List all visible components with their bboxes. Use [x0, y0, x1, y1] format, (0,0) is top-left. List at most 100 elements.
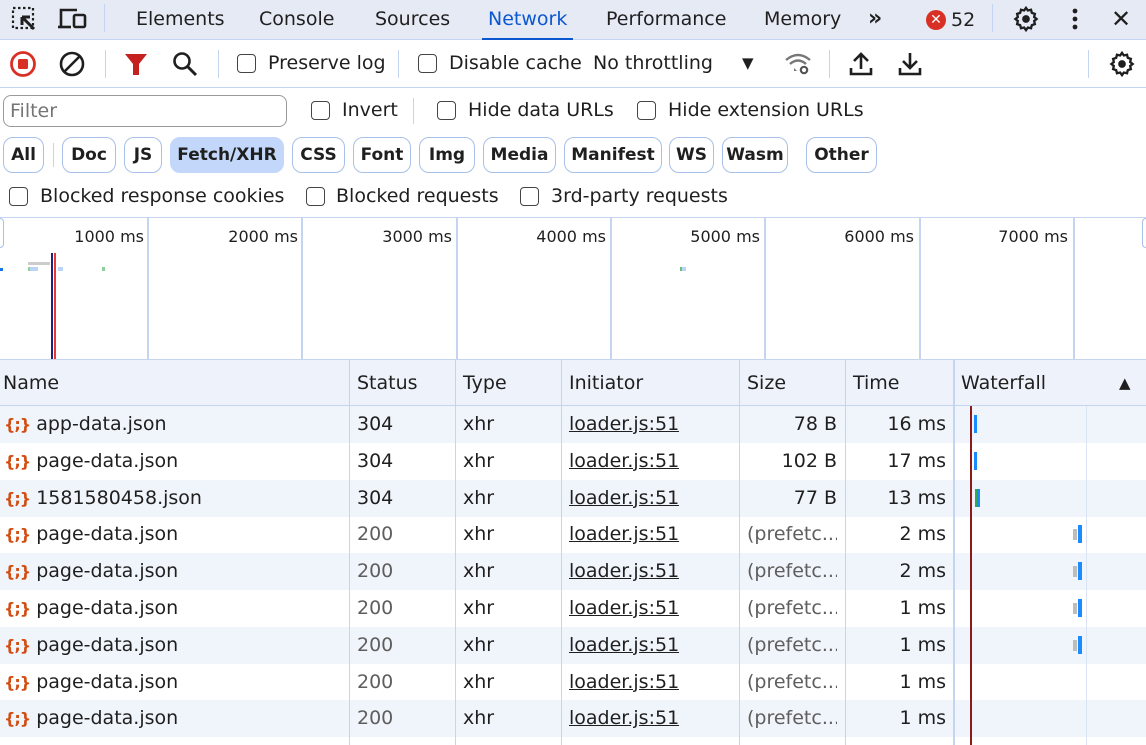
third-party-requests-label[interactable]: 3rd-party requests [551, 185, 728, 207]
chip-all[interactable]: All [3, 137, 44, 173]
cell-initiator-link[interactable]: loader.js:51 [569, 700, 679, 737]
network-settings-gear-icon[interactable] [1106, 49, 1138, 79]
cell-name[interactable]: {;} page-data.json [4, 590, 344, 627]
inspect-element-icon[interactable] [8, 4, 40, 34]
column-header-initiator[interactable]: Initiator [566, 360, 643, 406]
table-row[interactable]: {;} page-data.json 200 xhr loader.js:51 (pref… [0, 553, 1146, 591]
column-divider[interactable] [455, 359, 456, 745]
waterfall-bar[interactable] [1078, 635, 1082, 654]
blocked-response-cookies-checkbox[interactable] [9, 187, 28, 206]
chip-media[interactable]: Media [483, 137, 556, 173]
table-row[interactable]: {;} page-data.json 200 xhr loader.js:51 (pref… [0, 664, 1146, 701]
column-header-status[interactable]: Status [354, 360, 418, 406]
disable-cache-checkbox[interactable] [418, 54, 437, 73]
filter-funnel-icon[interactable] [121, 49, 151, 79]
more-tabs-button[interactable]: » [868, 0, 882, 40]
error-count-badge[interactable]: ✕ 52 [926, 9, 975, 31]
overview-left-handle[interactable] [0, 218, 4, 248]
tab-performance[interactable]: Performance [606, 0, 726, 40]
table-row[interactable]: {;} page-data.json 200 xhr loader.js:51 (pref… [0, 700, 1146, 738]
chip-wasm[interactable]: Wasm [722, 137, 788, 173]
tab-console[interactable]: Console [259, 0, 334, 40]
clear-icon[interactable] [57, 49, 87, 79]
waterfall-bar[interactable] [977, 488, 980, 507]
close-devtools-icon[interactable]: ✕ [1106, 4, 1136, 34]
tab-sources[interactable]: Sources [375, 0, 450, 40]
chip-other[interactable]: Other [806, 137, 877, 173]
throttling-select[interactable]: No throttling ▼ [593, 48, 763, 80]
filter-input[interactable] [3, 95, 287, 127]
cell-name[interactable]: {;} page-data.json [4, 443, 344, 480]
preserve-log-checkbox[interactable] [237, 54, 256, 73]
network-conditions-icon[interactable] [782, 49, 814, 79]
table-row[interactable]: {;} page-data.json 304 xhr loader.js:51 102 B… [0, 443, 1146, 480]
table-row[interactable]: {;} page-data.json 200 xhr loader.js:51 (pref… [0, 516, 1146, 553]
column-header-name[interactable]: Name [0, 360, 59, 406]
chip-font[interactable]: Font [353, 137, 411, 173]
search-icon[interactable] [170, 49, 200, 79]
cell-initiator-link[interactable]: loader.js:51 [569, 590, 679, 627]
cell-name[interactable]: {;} app-data.json [4, 406, 344, 443]
waterfall-bar[interactable] [1078, 525, 1082, 544]
table-row[interactable]: {;} 1581580458.json 304 xhr loader.js:51 77 B… [0, 479, 1146, 517]
tab-network[interactable]: Network [481, 0, 574, 40]
cell-initiator-link[interactable]: loader.js:51 [569, 664, 679, 701]
cell-name[interactable]: {;} page-data.json [4, 516, 344, 553]
chip-ws[interactable]: WS [669, 137, 714, 173]
cell-initiator-link[interactable]: loader.js:51 [569, 627, 679, 664]
device-toolbar-icon[interactable] [56, 4, 90, 34]
settings-gear-icon[interactable] [1010, 4, 1042, 34]
cell-name[interactable]: {;} 1581580458.json [4, 480, 344, 517]
invert-checkbox[interactable] [311, 101, 330, 120]
waterfall-bar[interactable] [974, 451, 977, 470]
column-header-waterfall[interactable]: Waterfall [958, 360, 1046, 406]
chip-js[interactable]: JS [124, 137, 162, 173]
chip-doc[interactable]: Doc [62, 137, 116, 173]
cell-initiator-link[interactable]: loader.js:51 [569, 443, 679, 480]
cell-name[interactable]: {;} page-data.json [4, 700, 344, 737]
import-har-upload-icon[interactable] [846, 49, 876, 79]
chip-manifest[interactable]: Manifest [564, 137, 662, 173]
timeline-overview[interactable]: 1000 ms 2000 ms 3000 ms 4000 ms 5000 ms … [0, 218, 1146, 359]
column-header-type[interactable]: Type [460, 360, 507, 406]
column-divider[interactable] [349, 359, 350, 745]
blocked-requests-checkbox[interactable] [306, 187, 325, 206]
cell-name[interactable]: {;} page-data.json [4, 553, 344, 590]
column-divider[interactable] [845, 359, 846, 745]
tab-memory[interactable]: Memory [764, 0, 841, 40]
column-divider[interactable] [561, 359, 562, 745]
column-header-time[interactable]: Time [850, 360, 900, 406]
table-row[interactable]: {;} app-data.json 304 xhr loader.js:51 78 B 16… [0, 406, 1146, 443]
blocked-response-cookies-label[interactable]: Blocked response cookies [40, 185, 284, 207]
cell-name[interactable]: {;} page-data.json [4, 627, 344, 664]
hide-extension-urls-checkbox[interactable] [637, 101, 656, 120]
cell-initiator-link[interactable]: loader.js:51 [569, 480, 679, 517]
blocked-requests-label[interactable]: Blocked requests [336, 185, 499, 207]
more-options-icon[interactable] [1062, 4, 1088, 34]
column-divider[interactable] [953, 359, 955, 745]
column-header-size[interactable]: Size [744, 360, 786, 406]
disable-cache-label[interactable]: Disable cache [449, 52, 582, 74]
invert-label[interactable]: Invert [342, 99, 398, 121]
chip-css[interactable]: CSS [292, 137, 345, 173]
table-row[interactable]: {;} page-data.json 200 xhr loader.js:51 (pref… [0, 626, 1146, 664]
stop-recording-icon[interactable] [8, 49, 38, 79]
cell-name[interactable]: {;} page-data.json [4, 664, 344, 701]
cell-initiator-link[interactable]: loader.js:51 [569, 516, 679, 553]
chip-fetch-xhr[interactable]: Fetch/XHR [170, 137, 284, 173]
hide-data-urls-checkbox[interactable] [437, 101, 456, 120]
third-party-requests-checkbox[interactable] [520, 187, 539, 206]
hide-extension-urls-label[interactable]: Hide extension URLs [668, 99, 864, 121]
waterfall-bar[interactable] [974, 415, 977, 433]
chip-img[interactable]: Img [419, 137, 475, 173]
cell-initiator-link[interactable]: loader.js:51 [569, 553, 679, 590]
export-har-download-icon[interactable] [895, 49, 925, 79]
tab-elements[interactable]: Elements [136, 0, 225, 40]
preserve-log-label[interactable]: Preserve log [268, 52, 386, 74]
overview-right-handle[interactable] [1142, 218, 1146, 248]
waterfall-bar[interactable] [1078, 599, 1082, 617]
table-row[interactable]: {;} page-data.json 200 xhr loader.js:51 (pref… [0, 590, 1146, 627]
hide-data-urls-label[interactable]: Hide data URLs [468, 99, 614, 121]
cell-initiator-link[interactable]: loader.js:51 [569, 406, 679, 443]
waterfall-bar[interactable] [1078, 562, 1082, 581]
